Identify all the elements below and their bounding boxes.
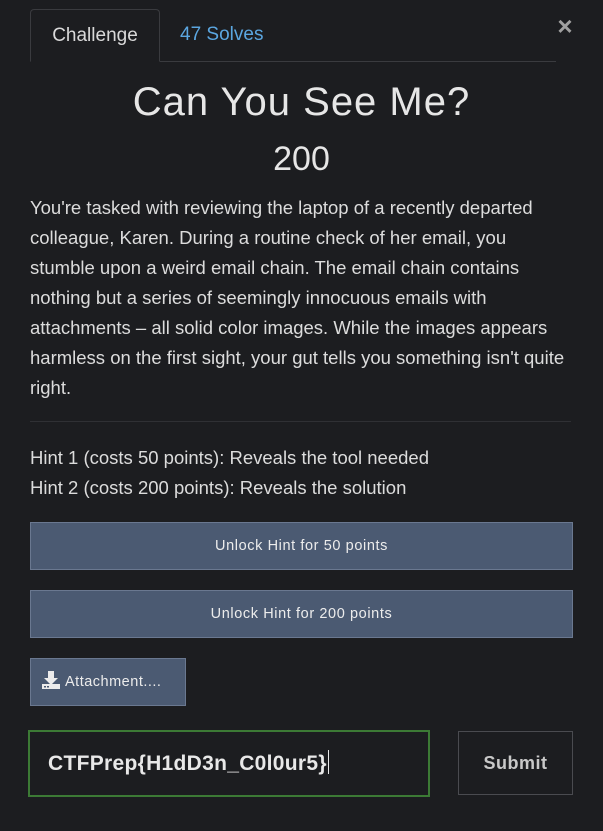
- challenge-description: You're tasked with reviewing the laptop …: [30, 197, 565, 398]
- unlock-hint-2-button[interactable]: Unlock Hint for 200 points: [30, 590, 573, 638]
- hint-2-text: Hint 2 (costs 200 points): Reveals the s…: [30, 477, 407, 498]
- flag-input-value: CTFPrep{H1dD3n_C0l0ur5}: [48, 752, 327, 775]
- challenge-modal: Challenge 47 Solves × Can You See Me? 20…: [0, 0, 603, 831]
- challenge-points: 200: [273, 140, 330, 178]
- submit-button[interactable]: Submit: [458, 731, 573, 795]
- challenge-tabs: Challenge 47 Solves: [30, 9, 556, 62]
- unlock-hint-1-button[interactable]: Unlock Hint for 50 points: [30, 522, 573, 570]
- tab-challenge[interactable]: Challenge: [30, 9, 160, 62]
- challenge-title: Can You See Me?: [132, 80, 471, 124]
- text-caret: [327, 750, 329, 775]
- divider: [30, 421, 571, 422]
- attachment-button[interactable]: Attachment....: [30, 658, 186, 706]
- hint-1-text: Hint 1 (costs 50 points): Reveals the to…: [30, 447, 430, 468]
- download-icon: [42, 671, 60, 690]
- attachment-label: Attachment....: [65, 674, 162, 690]
- flag-input[interactable]: CTFPrep{H1dD3n_C0l0ur5}: [28, 730, 430, 797]
- tab-solves[interactable]: 47 Solves: [160, 9, 283, 61]
- close-icon[interactable]: ×: [554, 12, 576, 40]
